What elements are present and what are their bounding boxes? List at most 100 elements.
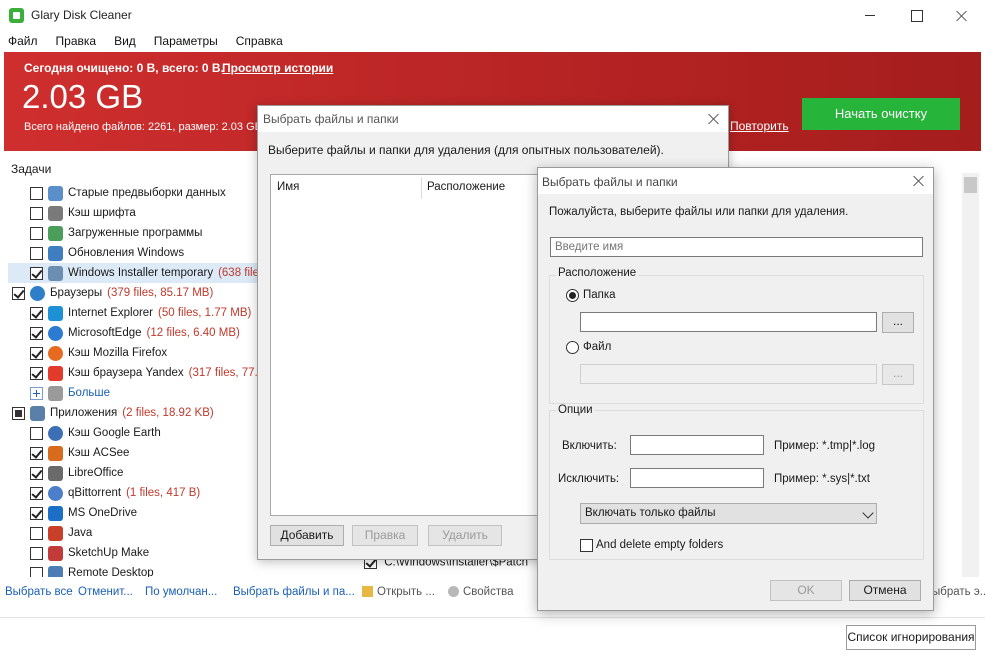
- task-checkbox[interactable]: [30, 506, 43, 520]
- task-label: Кэш браузера Yandex: [68, 367, 184, 379]
- task-checkbox[interactable]: [30, 486, 43, 500]
- task-row[interactable]: Браузеры (379 files, 85.17 MB): [8, 283, 260, 303]
- firefox-icon: [48, 345, 63, 361]
- task-checkbox[interactable]: [30, 546, 43, 560]
- delete-button[interactable]: Удалить: [428, 525, 502, 546]
- task-row[interactable]: Windows Installer temporary (638 files,: [8, 263, 260, 283]
- task-checkbox[interactable]: [12, 286, 25, 300]
- browse-file-button[interactable]: ...: [882, 364, 914, 385]
- default-link[interactable]: По умолчан...: [145, 586, 217, 598]
- task-row[interactable]: Кэш браузера Yandex (317 files, 77.0: [8, 363, 260, 383]
- select-all-link[interactable]: Выбрать все: [5, 586, 73, 598]
- cancel-button[interactable]: Отмена: [849, 580, 921, 601]
- libreoffice-icon: [48, 465, 63, 481]
- task-checkbox[interactable]: [30, 266, 43, 280]
- task-checkbox[interactable]: [30, 226, 43, 240]
- task-row[interactable]: MicrosoftEdge (12 files, 6.40 MB): [8, 323, 260, 343]
- task-checkbox[interactable]: [30, 566, 43, 577]
- task-checkbox[interactable]: [30, 426, 43, 440]
- task-row[interactable]: Кэш шрифта: [8, 203, 260, 223]
- task-checkbox[interactable]: [12, 406, 25, 420]
- name-input[interactable]: [550, 237, 923, 257]
- task-checkbox[interactable]: [30, 306, 43, 320]
- task-row[interactable]: Remote Desktop: [8, 563, 260, 577]
- task-row[interactable]: Кэш Mozilla Firefox: [8, 343, 260, 363]
- open-action[interactable]: Открыть ...: [362, 586, 435, 598]
- task-checkbox[interactable]: [30, 186, 43, 200]
- task-checkbox[interactable]: [30, 466, 43, 480]
- column-location[interactable]: Расположение: [427, 181, 505, 193]
- task-row[interactable]: Internet Explorer (50 files, 1.77 MB): [8, 303, 260, 323]
- folder-radio[interactable]: [566, 289, 579, 302]
- task-checkbox[interactable]: [30, 206, 43, 220]
- dialog2-title-bar: Выбрать файлы и папки: [538, 168, 933, 194]
- task-row[interactable]: MS OneDrive: [8, 503, 260, 523]
- task-label: Старые предвыборки данных: [68, 187, 226, 199]
- menu-edit[interactable]: Правка: [56, 31, 97, 51]
- task-row[interactable]: Кэш ACSee: [8, 443, 260, 463]
- task-row[interactable]: Приложения (2 files, 18.92 KB): [8, 403, 260, 423]
- java-icon: [48, 525, 63, 541]
- start-cleaning-button[interactable]: Начать очистку: [802, 98, 960, 130]
- menu-help[interactable]: Справка: [236, 31, 283, 51]
- task-checkbox[interactable]: [30, 526, 43, 540]
- include-mode-select[interactable]: Включать только файлы: [580, 503, 877, 524]
- task-checkbox[interactable]: [30, 246, 43, 260]
- task-checkbox[interactable]: [30, 366, 43, 380]
- delete-empty-folders-checkbox[interactable]: [580, 539, 593, 552]
- add-button[interactable]: Добавить: [270, 525, 344, 546]
- task-checkbox[interactable]: [30, 326, 43, 340]
- task-label: Обновления Windows: [68, 247, 185, 259]
- folder-path-input[interactable]: [580, 312, 877, 332]
- ie-icon: [48, 305, 63, 321]
- edit-button[interactable]: Правка: [352, 525, 418, 546]
- task-row[interactable]: Java: [8, 523, 260, 543]
- open-label: Открыть ...: [377, 586, 435, 598]
- task-label: qBittorrent: [68, 487, 122, 499]
- properties-action[interactable]: Свойства: [448, 586, 514, 598]
- cancel-selection-link[interactable]: Отменит...: [78, 586, 133, 598]
- ok-button[interactable]: OK: [770, 580, 842, 601]
- exclude-hint: Пример: *.sys|*.txt: [774, 473, 870, 485]
- task-checkbox[interactable]: [30, 346, 43, 360]
- task-label: Приложения: [50, 407, 118, 419]
- today-cleaned-text: Сегодня очищено: 0 B, всего: 0 B.: [24, 61, 224, 75]
- dialog1-close-icon[interactable]: [706, 111, 722, 127]
- expand-icon[interactable]: [30, 386, 43, 400]
- minimize-button[interactable]: [847, 4, 893, 28]
- include-hint: Пример: *.tmp|*.log: [774, 440, 876, 452]
- menu-settings[interactable]: Параметры: [154, 31, 218, 51]
- maximize-button[interactable]: [893, 4, 939, 28]
- task-row[interactable]: qBittorrent (1 files, 417 B): [8, 483, 260, 503]
- ignore-list-button[interactable]: Список игнорирования: [846, 625, 976, 650]
- task-row[interactable]: Обновления Windows: [8, 243, 260, 263]
- choose-files-link[interactable]: Выбрать файлы и па...: [233, 586, 355, 598]
- results-scrollbar[interactable]: [962, 173, 979, 577]
- dialog2-title: Выбрать файлы и папки: [542, 175, 678, 189]
- menu-view[interactable]: Вид: [114, 31, 136, 51]
- exclude-input[interactable]: [630, 468, 764, 488]
- view-history-link[interactable]: Просмотр истории: [222, 61, 333, 75]
- dialog2-close-icon[interactable]: [911, 173, 927, 189]
- browse-folder-button[interactable]: ...: [882, 312, 914, 333]
- task-row[interactable]: Загруженные программы: [8, 223, 260, 243]
- task-row[interactable]: Больше: [8, 383, 260, 403]
- task-row[interactable]: Старые предвыборки данных: [8, 183, 260, 203]
- file-path-input[interactable]: [580, 364, 877, 384]
- task-row[interactable]: SketchUp Make: [8, 543, 260, 563]
- close-window-button[interactable]: [939, 4, 985, 28]
- scroll-thumb[interactable]: [964, 177, 977, 193]
- properties-label: Свойства: [463, 586, 514, 598]
- task-count: (379 files, 85.17 MB): [107, 287, 214, 299]
- task-row[interactable]: Кэш Google Earth: [8, 423, 260, 443]
- choose-tail-action[interactable]: ыбрать э...: [932, 586, 985, 598]
- file-radio[interactable]: [566, 341, 579, 354]
- column-name[interactable]: Имя: [277, 181, 299, 193]
- task-row[interactable]: LibreOffice: [8, 463, 260, 483]
- task-checkbox[interactable]: [30, 446, 43, 460]
- include-mode-value: Включать только файлы: [585, 507, 716, 519]
- include-input[interactable]: [630, 435, 764, 455]
- edge-icon: [48, 325, 63, 341]
- menu-file[interactable]: Файл: [8, 31, 38, 51]
- repeat-scan-link[interactable]: Повторить: [730, 119, 789, 133]
